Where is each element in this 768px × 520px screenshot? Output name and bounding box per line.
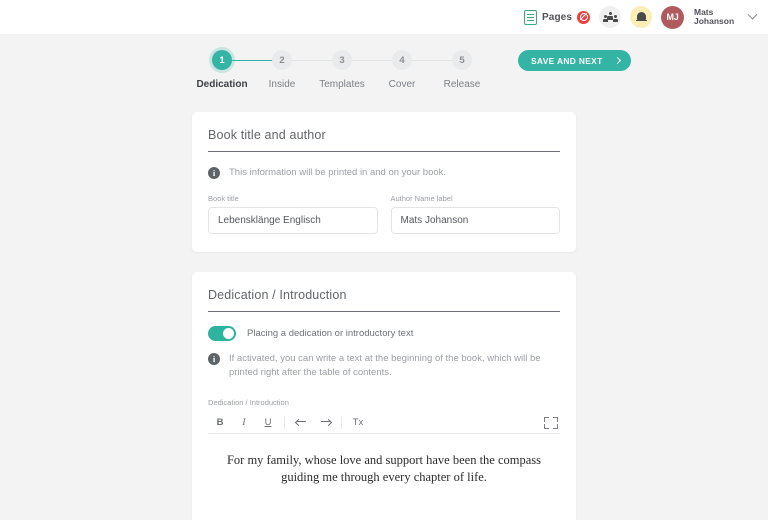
- undo-button[interactable]: [289, 412, 313, 434]
- redo-arrow-icon: [320, 418, 330, 427]
- dedication-info-text: If activated, you can write a text at th…: [229, 353, 541, 378]
- chevron-right-icon: [613, 56, 621, 65]
- expand-fullscreen-icon[interactable]: [542, 414, 560, 432]
- pages-label: Pages: [542, 11, 572, 23]
- stepper-number: 5: [452, 50, 472, 70]
- wizard-stepper: 1 Dedication 2 Inside 3 Templates 4 Cove…: [192, 34, 768, 90]
- dedication-toggle-label: Placing a dedication or introductory tex…: [247, 328, 414, 339]
- stepper-label: Release: [443, 79, 481, 90]
- bell-notification-icon: [635, 11, 647, 23]
- page-content: 1 Dedication 2 Inside 3 Templates 4 Cove…: [0, 34, 768, 520]
- author-name-input[interactable]: [390, 207, 560, 234]
- document-icon: [524, 9, 538, 25]
- avatar[interactable]: MJ: [661, 5, 684, 29]
- author-name-label: Author Name label: [390, 194, 453, 203]
- book-card-info-text: This information will be printed in and …: [229, 167, 447, 178]
- book-title-author-card: Book title and author i This information…: [192, 112, 576, 252]
- stepper-steps: 1 Dedication 2 Inside 3 Templates 4 Cove…: [192, 50, 492, 90]
- bold-button[interactable]: B: [208, 412, 232, 434]
- user-name-label[interactable]: Mats Johanson: [694, 7, 736, 27]
- redo-button[interactable]: [313, 412, 337, 434]
- dedication-info-row: i If activated, you can write a text at …: [208, 352, 560, 380]
- people-group-button[interactable]: [599, 6, 621, 28]
- save-and-next-button[interactable]: SAVE AND NEXT: [518, 50, 631, 71]
- stepper-number: 2: [272, 50, 292, 70]
- info-icon: i: [208, 167, 220, 179]
- toolbar-divider: [284, 416, 285, 429]
- italic-button[interactable]: I: [232, 412, 256, 434]
- card-title: Book title and author: [208, 128, 326, 142]
- undo-arrow-icon: [296, 418, 306, 427]
- book-fields: Book title Author Name label: [208, 194, 560, 234]
- toolbar-divider: [341, 416, 342, 429]
- title-divider: [208, 311, 560, 312]
- save-and-next-label: SAVE AND NEXT: [531, 55, 603, 66]
- notifications-button[interactable]: [630, 6, 652, 28]
- people-group-icon: [602, 12, 618, 22]
- stepper-label: Cover: [388, 79, 416, 90]
- book-title-label: Book title: [208, 194, 239, 203]
- dedication-introduction-card: Dedication / Introduction Placing a dedi…: [192, 272, 576, 520]
- dedication-toggle-row: Placing a dedication or introductory tex…: [208, 326, 560, 341]
- stepper-number: 4: [392, 50, 412, 70]
- book-title-input[interactable]: [208, 207, 378, 234]
- editor-field-label: Dedication / Introduction: [208, 398, 289, 407]
- stepper-label: Dedication: [196, 79, 248, 90]
- stepper-label: Templates: [319, 79, 365, 90]
- stepper-number: 3: [332, 50, 352, 70]
- stepper-label: Inside: [268, 79, 296, 90]
- title-divider: [208, 151, 560, 152]
- card-title: Dedication / Introduction: [208, 288, 347, 302]
- underline-button[interactable]: U: [256, 412, 280, 434]
- stepper-number: 1: [212, 50, 232, 70]
- info-icon: i: [208, 353, 220, 365]
- author-name-field-group: Author Name label: [390, 194, 560, 234]
- top-bar: Pages MJ Mats Johanson: [0, 0, 768, 34]
- pages-menu-item[interactable]: Pages: [524, 9, 590, 25]
- chevron-down-icon[interactable]: [747, 9, 758, 20]
- clear-formatting-button[interactable]: Tx: [346, 412, 370, 434]
- stepper-step-inside[interactable]: 2 Inside: [252, 50, 342, 90]
- book-card-info-row: i This information will be printed in an…: [208, 166, 560, 180]
- stepper-step-dedication[interactable]: 1 Dedication: [192, 50, 282, 90]
- stepper-step-release[interactable]: 5 Release: [432, 50, 492, 90]
- stepper-step-templates[interactable]: 3 Templates: [312, 50, 402, 90]
- dedication-editor-area[interactable]: For my family, whose love and support ha…: [208, 434, 560, 520]
- stepper-step-cover[interactable]: 4 Cover: [372, 50, 462, 90]
- book-title-field-group: Book title: [208, 194, 378, 234]
- blocked-badge-icon: [577, 10, 590, 24]
- toggle-knob: [223, 328, 234, 339]
- rich-text-toolbar: B I U Tx: [208, 412, 560, 434]
- dedication-toggle[interactable]: [208, 326, 236, 341]
